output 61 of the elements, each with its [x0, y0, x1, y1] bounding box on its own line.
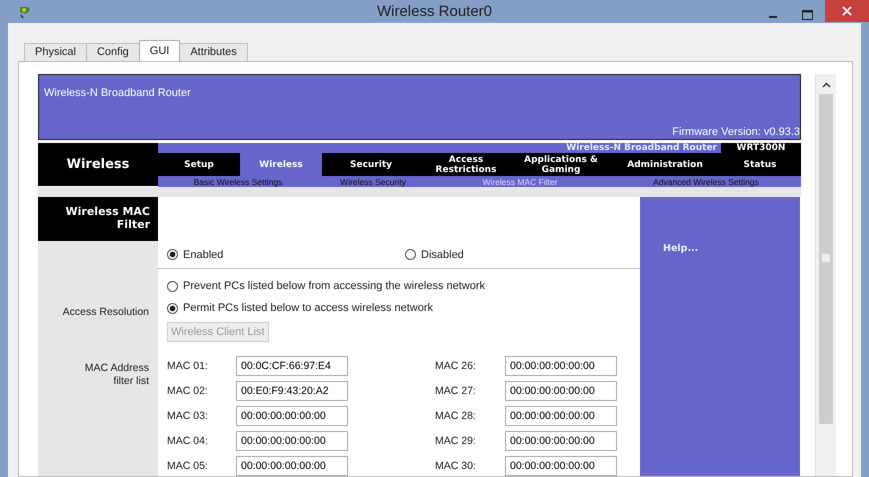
window-title: Wireless Router0 — [376, 3, 494, 20]
field-label: MAC 27: — [434, 385, 477, 397]
submenu-link[interactable]: Wireless Security — [340, 176, 406, 186]
grip-icon — [822, 254, 830, 262]
menu-tab[interactable]: Applications & Gaming — [512, 153, 610, 176]
mac-address-field[interactable]: 00:00:00:00:00:00 — [236, 456, 348, 476]
tab[interactable]: Attributes — [179, 43, 248, 61]
submenu-link[interactable]: Basic Wireless Settings — [194, 176, 282, 186]
menu-tab[interactable]: Security — [322, 153, 420, 176]
tab[interactable]: GUI — [138, 40, 180, 61]
mac-address-field[interactable]: 00:00:00:00:00:00 — [505, 431, 617, 451]
mac-address-field[interactable]: 00:00:00:00:00:00 — [236, 406, 348, 426]
close-button[interactable] — [825, 0, 869, 22]
scroll-up-icon[interactable] — [822, 82, 830, 88]
field-label: MAC 05: — [167, 460, 209, 472]
mac-address-field[interactable]: 00:00:00:00:00:00 — [505, 381, 617, 401]
menu-tab[interactable]: Administration — [610, 153, 720, 176]
field-label: MAC 01: — [167, 360, 209, 372]
close-icon — [842, 6, 852, 16]
field-label: MAC Address filter list — [84, 362, 149, 388]
field-label: MAC 30: — [434, 460, 477, 472]
field-label: MAC 26: — [434, 360, 477, 372]
menu-tab[interactable]: Wireless — [240, 153, 322, 176]
product-name: Wireless-N Broadband Router — [566, 143, 718, 153]
tab[interactable]: Config — [86, 43, 140, 61]
scrollbar-thumb[interactable] — [819, 94, 833, 424]
mac-address-field[interactable]: 00:E0:F9:43:20:A2 — [236, 381, 348, 401]
field-label: Access Resolution — [62, 306, 149, 318]
field-label: MAC 28: — [434, 410, 477, 422]
submenu-link[interactable]: Advanced Wireless Settings — [653, 176, 759, 186]
maximize-icon[interactable] — [802, 10, 813, 20]
tab[interactable]: Physical — [24, 43, 87, 61]
field-label: MAC 04: — [167, 435, 209, 447]
field-label: MAC 29: — [434, 435, 477, 447]
mac-address-field[interactable]: 00:00:00:00:00:00 — [236, 431, 348, 451]
vertical-scrollbar[interactable] — [815, 74, 836, 476]
mac-address-field[interactable]: 00:0C:CF:66:97:E4 — [236, 356, 348, 376]
model-name: WRT300N — [721, 143, 801, 153]
section-title: Wireless — [38, 143, 158, 186]
option-label: Disabled — [421, 248, 464, 260]
firmware-version: Firmware Version: v0.93.3 — [672, 126, 800, 138]
option-label: Prevent PCs listed below from accessing the wireless network — [183, 280, 486, 292]
option-label: Permit PCs listed below to access wireless network — [183, 302, 434, 314]
mac-address-field[interactable]: 00:00:00:00:00:00 — [505, 406, 617, 426]
radio-button[interactable] — [405, 249, 416, 260]
menu-tab[interactable]: Setup — [158, 153, 240, 176]
radio-button[interactable] — [167, 280, 178, 292]
radio-button[interactable] — [167, 302, 178, 314]
submenu-link[interactable]: Wireless MAC Filter — [482, 176, 558, 186]
router-icon — [18, 4, 32, 18]
help-title: Help... — [663, 243, 698, 254]
page-section-title: Wireless MAC Filter — [38, 197, 158, 241]
mac-address-field[interactable]: 00:00:00:00:00:00 — [505, 356, 617, 376]
field-label: MAC 03: — [167, 410, 209, 422]
field-label: MAC 02: — [167, 385, 209, 397]
mac-address-field[interactable]: 00:00:00:00:00:00 — [505, 456, 617, 476]
menu-tab[interactable]: Status — [720, 153, 800, 176]
menu-tab[interactable]: Access Restrictions — [420, 153, 512, 176]
header-title: Wireless-N Broadband Router — [44, 87, 192, 99]
option-label: Enabled — [183, 248, 224, 260]
radio-button[interactable] — [167, 249, 178, 260]
